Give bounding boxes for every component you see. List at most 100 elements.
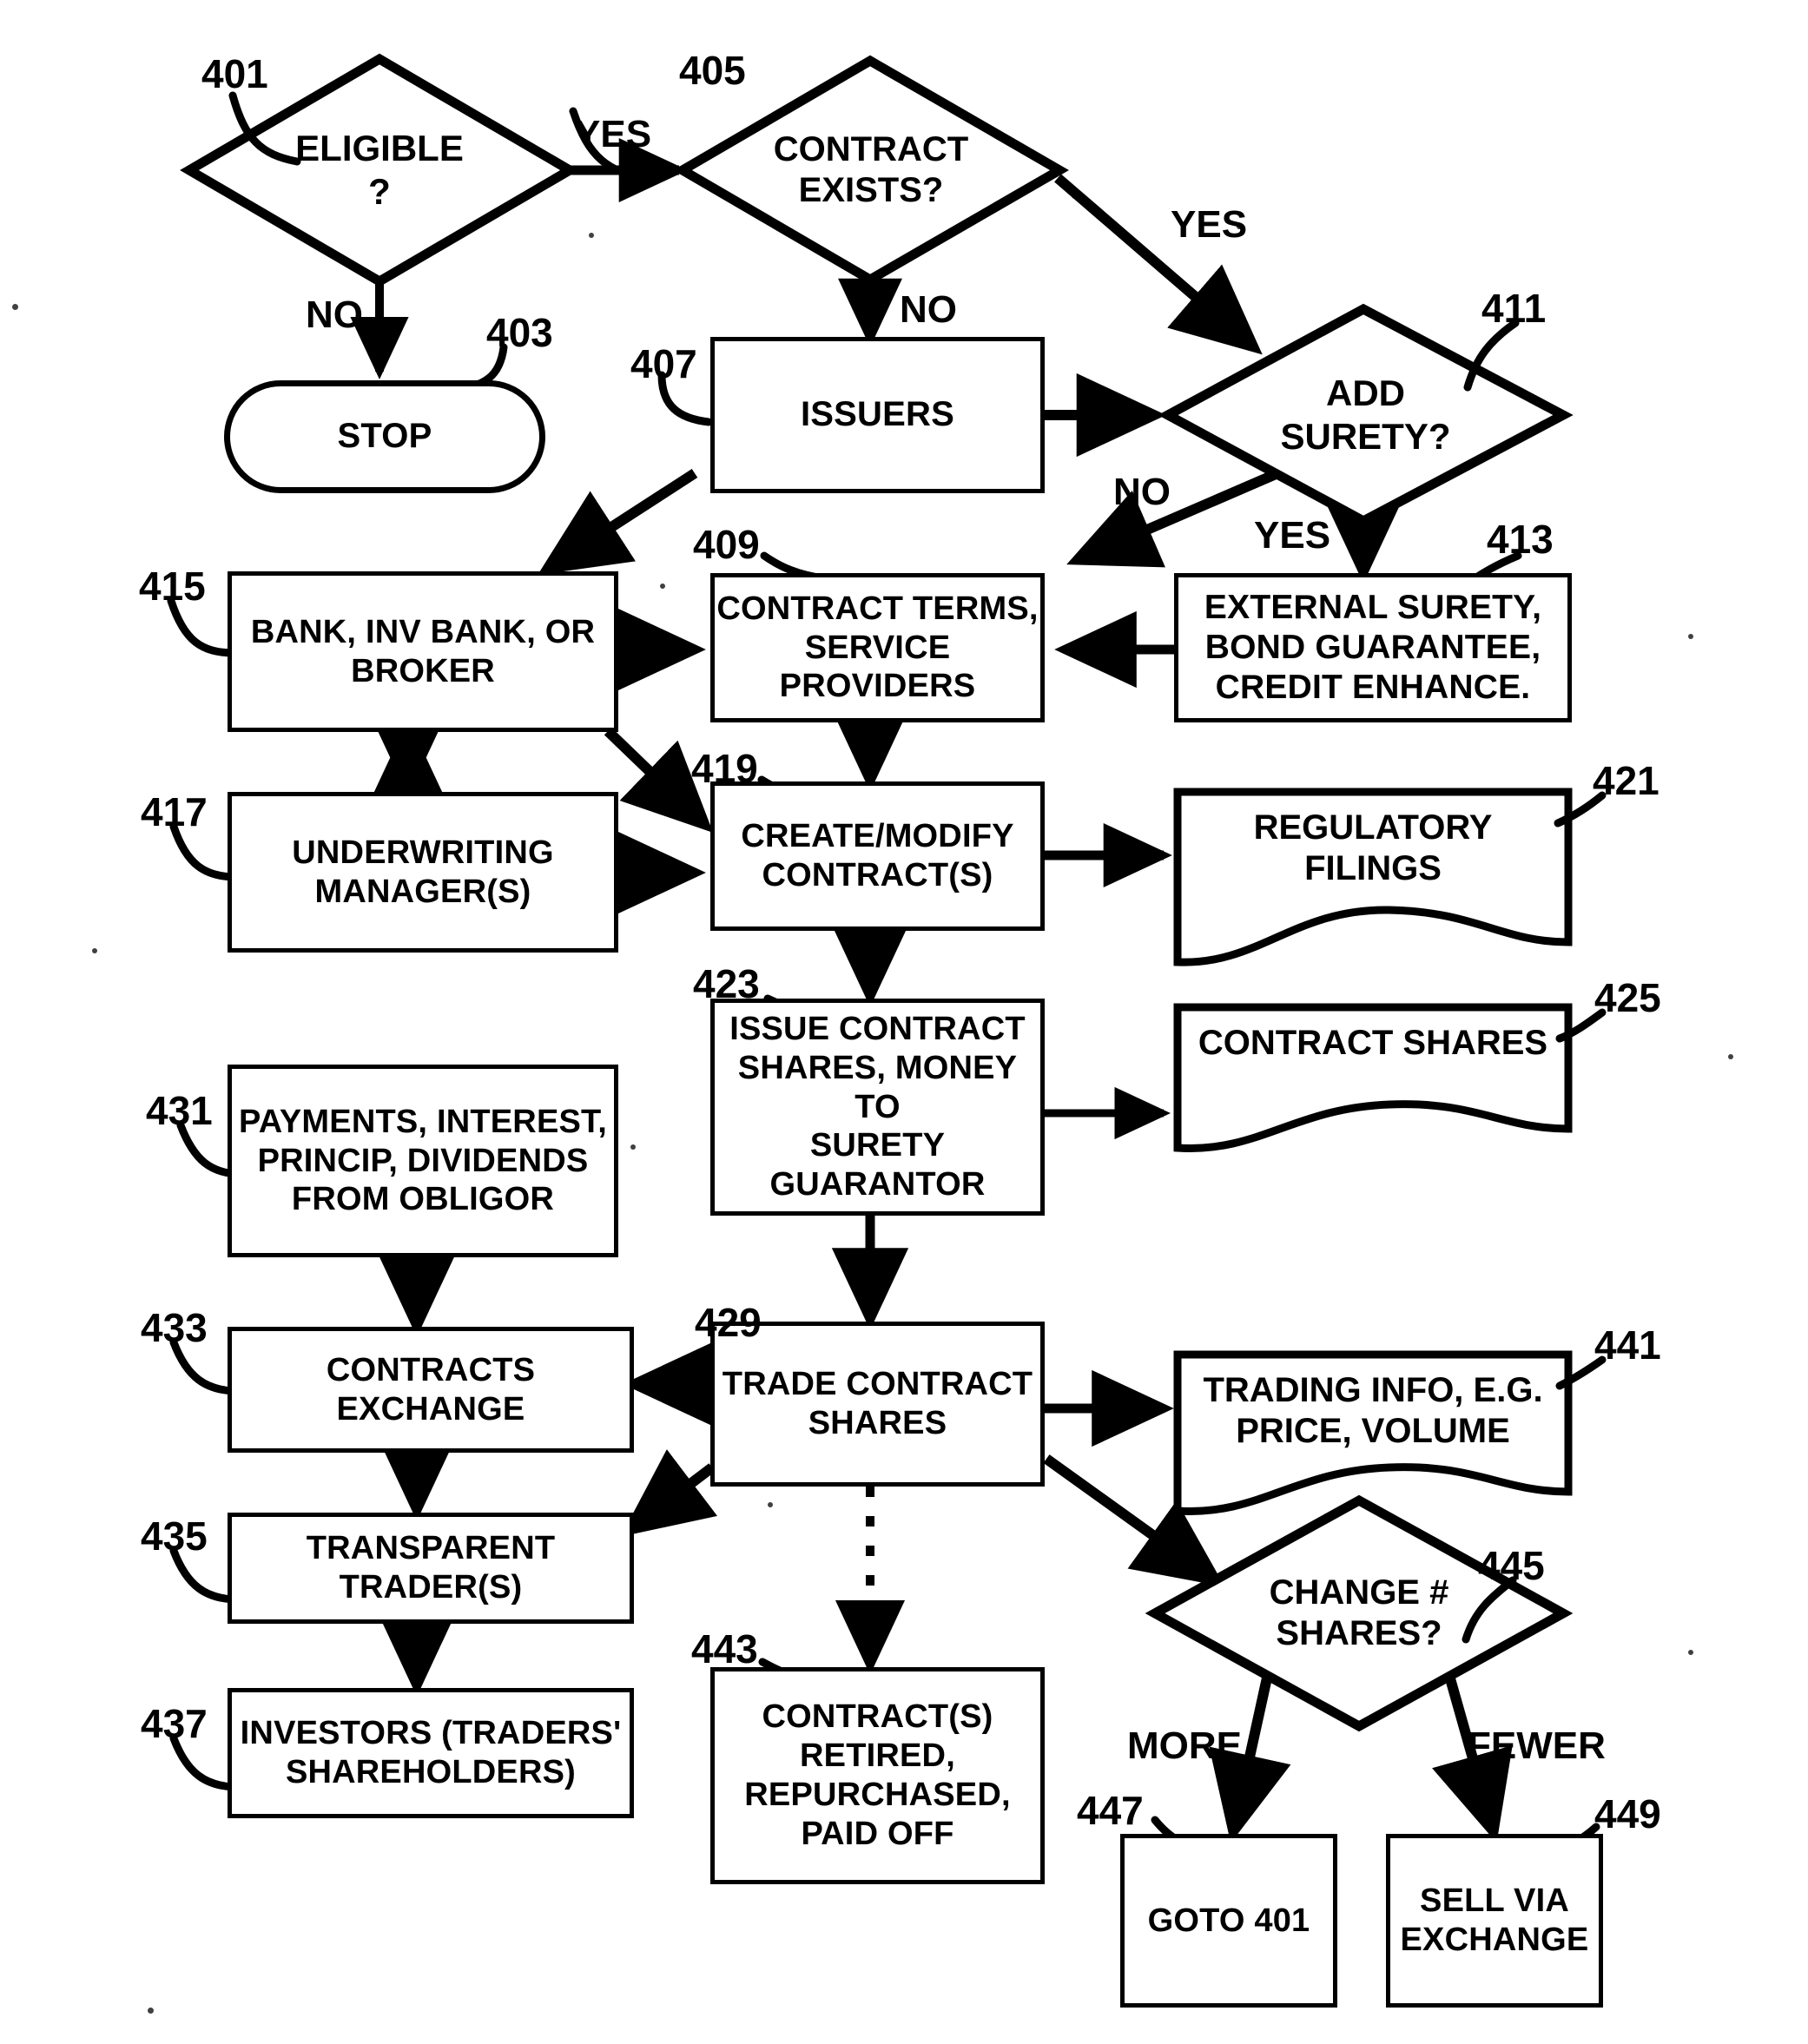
node-421-line1: REGULATORY: [1253, 808, 1493, 847]
node-411-line1: ADD: [1325, 373, 1405, 414]
node-429-line2: SHARES: [808, 1405, 947, 1441]
node-449-line1: SELL VIA: [1420, 1882, 1569, 1920]
scan-speck: [1688, 1650, 1693, 1655]
edge-label-yes-401-405: YES: [575, 113, 652, 155]
ref-445: 445: [1478, 1543, 1545, 1588]
node-413-line1: EXTERNAL SURETY,: [1204, 588, 1542, 626]
node-447-goto-401: GOTO 401: [1120, 1834, 1337, 2008]
edge-label-no-411-409: NO: [1113, 471, 1171, 513]
node-411-add-surety: ADD SURETY?: [1168, 309, 1563, 521]
node-449-sell-via-exchange: SELL VIA EXCHANGE: [1386, 1834, 1603, 2008]
ref-449: 449: [1594, 1791, 1661, 1836]
node-423-line4: GUARANTOR: [769, 1166, 986, 1203]
node-401-line1: ELIGIBLE: [295, 128, 464, 169]
ref-425: 425: [1594, 975, 1661, 1020]
ref-443: 443: [691, 1626, 758, 1671]
scan-speck: [1688, 634, 1693, 639]
ref-401: 401: [201, 51, 268, 96]
node-409-line2: SERVICE: [804, 629, 951, 666]
ref-435: 435: [141, 1513, 208, 1559]
node-419-create-modify-contract: CREATE/MODIFY CONTRACT(S): [710, 781, 1045, 931]
node-405-line2: EXISTS?: [798, 171, 944, 209]
ref-407: 407: [630, 341, 697, 386]
node-437-investors: INVESTORS (TRADERS' SHAREHOLDERS): [228, 1688, 634, 1818]
ref-417: 417: [141, 789, 208, 834]
node-423-line3: SURETY: [809, 1127, 946, 1164]
ref-441: 441: [1594, 1322, 1661, 1368]
node-409-line3: PROVIDERS: [779, 668, 976, 705]
node-413-external-surety: EXTERNAL SURETY, BOND GUARANTEE, CREDIT …: [1174, 573, 1572, 722]
node-409-contract-terms: CONTRACT TERMS, SERVICE PROVIDERS: [710, 573, 1045, 722]
node-415-line1: BANK, INV BANK, OR: [250, 613, 596, 650]
scan-speck: [1072, 193, 1078, 199]
ref-415: 415: [139, 564, 206, 609]
node-421-regulatory-filings: REGULATORY FILINGS: [1178, 808, 1568, 955]
ref-419: 419: [691, 746, 758, 791]
ref-409: 409: [693, 522, 760, 567]
edge-429-435: [620, 1449, 718, 1537]
node-435-line2: TRADER(S): [339, 1569, 523, 1606]
node-437-line2: SHAREHOLDERS): [285, 1754, 577, 1790]
ref-403: 403: [486, 310, 553, 355]
scan-speck: [589, 233, 594, 238]
edge-label-yes-411-413: YES: [1254, 514, 1331, 557]
node-411-line2: SURETY?: [1280, 416, 1451, 457]
node-419-line2: CONTRACT(S): [762, 857, 993, 893]
node-423-line1: ISSUE CONTRACT: [729, 1010, 1026, 1047]
ref-423: 423: [693, 961, 760, 1006]
node-445-change-shares: CHANGE # SHARES?: [1155, 1500, 1563, 1726]
node-419-line1: CREATE/MODIFY: [741, 818, 1014, 855]
node-423-issue-contract-shares: ISSUE CONTRACT SHARES, MONEY TO SURETY G…: [710, 999, 1045, 1216]
ref-447: 447: [1077, 1788, 1144, 1833]
node-445-line2: SHARES?: [1276, 1614, 1442, 1652]
scan-speck: [1237, 224, 1242, 229]
node-413-line2: BOND GUARANTEE,: [1204, 628, 1541, 666]
scan-speck: [12, 304, 18, 310]
node-441-trading-info: TRADING INFO, E.G. PRICE, VOLUME: [1178, 1370, 1568, 1500]
ref-431: 431: [146, 1088, 213, 1133]
node-409-line1: CONTRACT TERMS,: [716, 590, 1039, 627]
node-443-line2: RETIRED,: [800, 1737, 955, 1775]
node-431-line3: FROM OBLIGOR: [291, 1181, 555, 1218]
node-425-contract-shares: CONTRACT SHARES: [1178, 1023, 1568, 1084]
node-431-line1: PAYMENTS, INTEREST,: [239, 1103, 607, 1140]
node-443-line3: REPURCHASED,: [744, 1777, 1011, 1813]
node-433-contracts-exchange: CONTRACTS EXCHANGE: [228, 1327, 634, 1453]
ref-437: 437: [141, 1701, 208, 1746]
node-415-line2: BROKER: [351, 652, 495, 689]
node-437-line1: INVESTORS (TRADERS': [240, 1715, 622, 1752]
node-403-stop: STOP: [224, 380, 545, 493]
node-431-payments-interest: PAYMENTS, INTEREST, PRINCIP, DIVIDENDS F…: [228, 1065, 618, 1257]
node-401-line2: ?: [368, 171, 391, 212]
node-441-line1: TRADING INFO, E.G.: [1203, 1371, 1543, 1409]
ref-405: 405: [679, 48, 746, 93]
node-415-bank-broker: BANK, INV BANK, OR BROKER: [228, 571, 618, 732]
node-429-trade-contract-shares: TRADE CONTRACT SHARES: [710, 1322, 1045, 1487]
node-417-line1: UNDERWRITING: [292, 834, 554, 871]
edge-label-yes-405-411: YES: [1171, 203, 1248, 246]
edge-407-415: [538, 468, 698, 576]
node-423-line2: SHARES, MONEY TO: [737, 1049, 1018, 1125]
scan-speck: [148, 2008, 154, 2014]
ref-429: 429: [695, 1300, 762, 1345]
node-443-line1: CONTRACT(S): [762, 1698, 993, 1736]
node-435-line1: TRANSPARENT: [306, 1530, 556, 1567]
node-445-line1: CHANGE #: [1269, 1573, 1449, 1612]
scan-speck: [630, 1144, 636, 1150]
node-447-label: GOTO 401: [1147, 1902, 1310, 1939]
node-429-line1: TRADE CONTRACT: [722, 1366, 1033, 1403]
node-407-issuers: ISSUERS: [710, 337, 1045, 493]
scan-speck: [1728, 1054, 1733, 1059]
node-449-line2: EXCHANGE: [1400, 1922, 1589, 1958]
node-407-label: ISSUERS: [800, 395, 954, 434]
ref-433: 433: [141, 1305, 208, 1350]
scan-speck: [768, 1502, 773, 1507]
node-431-line2: PRINCIP, DIVIDENDS: [257, 1142, 589, 1179]
node-441-line2: PRICE, VOLUME: [1236, 1412, 1510, 1451]
scan-speck: [92, 948, 97, 953]
ref-421: 421: [1593, 758, 1660, 803]
ref-413: 413: [1487, 517, 1554, 562]
edge-label-no-405-407: NO: [900, 288, 957, 331]
ref-411: 411: [1481, 286, 1547, 331]
node-443-line4: PAID OFF: [801, 1815, 954, 1852]
